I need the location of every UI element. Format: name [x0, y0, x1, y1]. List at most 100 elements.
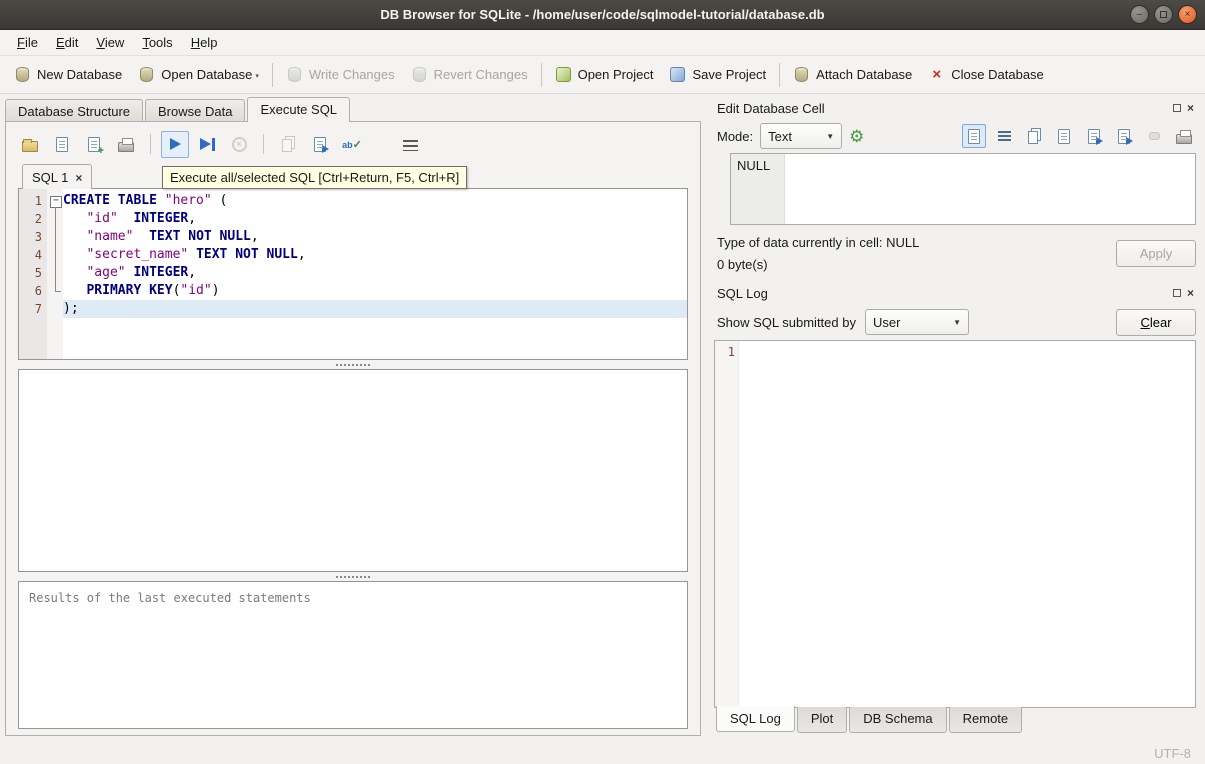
- editor-line-1[interactable]: 1 CREATE TABLE "hero" (: [19, 192, 687, 210]
- autocomplete-button[interactable]: ab: [338, 131, 366, 158]
- maximize-icon: [1160, 11, 1167, 18]
- menu-help[interactable]: Help: [182, 32, 227, 53]
- tab-sql-log[interactable]: SQL Log: [716, 706, 795, 732]
- tab-plot[interactable]: Plot: [796, 707, 848, 733]
- copy-cell-button[interactable]: [1022, 124, 1046, 148]
- minimize-button[interactable]: –: [1130, 5, 1149, 24]
- open-project-button[interactable]: Open Project: [547, 61, 662, 88]
- open-database-dropdown-icon[interactable]: ▾: [255, 72, 259, 80]
- editor-line-3[interactable]: 3 "name" TEXT NOT NULL,: [19, 228, 687, 246]
- sql1-tab[interactable]: SQL 1 ×: [22, 164, 93, 189]
- menu-edit[interactable]: Edit: [47, 32, 87, 53]
- execute-line-button[interactable]: [193, 131, 221, 158]
- open-database-button[interactable]: Open Database ▾: [130, 61, 267, 88]
- tab-db-schema[interactable]: DB Schema: [849, 707, 947, 733]
- apply-button[interactable]: Apply: [1116, 240, 1196, 267]
- attach-database-button[interactable]: Attach Database: [785, 61, 920, 88]
- export-results-button[interactable]: [306, 131, 334, 158]
- cell-size-info: 0 byte(s): [717, 257, 768, 272]
- print-sql-button[interactable]: [112, 131, 140, 158]
- open-project-label: Open Project: [577, 67, 654, 82]
- write-changes-button[interactable]: Write Changes: [278, 61, 403, 88]
- encoding-indicator[interactable]: UTF-8: [1154, 746, 1191, 761]
- tab-execute-sql[interactable]: Execute SQL: [247, 97, 351, 122]
- cell-mode-row: Mode: Text ▼ ⚙: [714, 119, 1196, 153]
- menubar: File Edit View Tools Help: [0, 30, 1205, 56]
- results-placeholder: Results of the last executed statements: [29, 591, 311, 605]
- editor-line-5[interactable]: 5 "age" INTEGER,: [19, 264, 687, 282]
- editor-results-splitter[interactable]: [6, 360, 700, 369]
- close-dock-icon[interactable]: ×: [1187, 102, 1194, 114]
- menu-file[interactable]: File: [8, 32, 47, 53]
- fold-collapse-icon[interactable]: [47, 192, 63, 210]
- export-cell-button[interactable]: [1112, 124, 1136, 148]
- open-sql-file-button[interactable]: [16, 131, 44, 158]
- tab-browse-data[interactable]: Browse Data: [145, 99, 246, 122]
- sql-log-area[interactable]: 1: [714, 340, 1196, 708]
- new-database-button[interactable]: New Database: [6, 61, 130, 88]
- mode-combobox[interactable]: Text ▼: [760, 123, 843, 149]
- editor-line-6[interactable]: 6 PRIMARY KEY("id"): [19, 282, 687, 300]
- save-project-button[interactable]: Save Project: [661, 61, 774, 88]
- save-project-icon: [670, 67, 686, 82]
- sql-editor[interactable]: 1CREATE TABLE "hero" (2 "id" INTEGER,3 "…: [18, 188, 688, 360]
- float-dock-icon[interactable]: [1172, 104, 1181, 112]
- cell-info-row: Type of data currently in cell: NULL 0 b…: [717, 235, 1196, 272]
- clear-button-label: Clear: [1140, 314, 1172, 330]
- tab-remote[interactable]: Remote: [948, 707, 1023, 733]
- edit-cell-dock-header: Edit Database Cell ×: [714, 97, 1196, 119]
- copy-results-button[interactable]: [274, 131, 302, 158]
- clear-log-button[interactable]: Clear: [1116, 308, 1196, 336]
- write-changes-label: Write Changes: [308, 67, 395, 82]
- edit-cell-title: Edit Database Cell: [717, 100, 825, 116]
- sql1-tab-close-icon[interactable]: ×: [75, 172, 82, 184]
- execute-all-button[interactable]: [161, 130, 189, 158]
- stop-icon: ×: [231, 136, 247, 152]
- titlebar[interactable]: DB Browser for SQLite - /home/user/code/…: [0, 0, 1205, 30]
- dock-tabbar: SQL Log Plot DB Schema Remote: [714, 706, 1196, 734]
- fold-margin: [47, 228, 63, 246]
- set-null-button[interactable]: [1142, 124, 1166, 148]
- print-cell-button[interactable]: [1172, 124, 1196, 148]
- import-cell-button[interactable]: [1082, 124, 1106, 148]
- close-dock-icon[interactable]: ×: [1187, 287, 1194, 299]
- editor-line-7[interactable]: 7);: [19, 300, 687, 318]
- main-content: Database Structure Browse Data Execute S…: [0, 94, 1205, 742]
- mode-value: Text: [768, 128, 792, 144]
- sql-toolbar: × ab: [6, 128, 700, 160]
- execute-all-icon: [169, 138, 181, 150]
- editor-line-4[interactable]: 4 "secret_name" TEXT NOT NULL,: [19, 246, 687, 264]
- results-grid[interactable]: [18, 369, 688, 572]
- log-filter-combobox[interactable]: User ▼: [864, 309, 969, 335]
- grid-message-splitter[interactable]: [6, 572, 700, 581]
- float-dock-icon[interactable]: [1172, 289, 1181, 297]
- word-wrap-button[interactable]: [396, 131, 424, 158]
- revert-changes-button[interactable]: Revert Changes: [403, 61, 536, 88]
- code-text: CREATE TABLE "hero" (: [63, 193, 228, 208]
- paste-cell-button[interactable]: [1052, 124, 1076, 148]
- new-database-icon: [14, 66, 31, 83]
- cell-editor-toolbar: [962, 124, 1196, 148]
- word-wrap-cell-button[interactable]: [992, 124, 1016, 148]
- cell-editor[interactable]: NULL: [730, 153, 1196, 225]
- main-tabbar: Database Structure Browse Data Execute S…: [0, 94, 706, 122]
- stop-execution-button[interactable]: ×: [225, 131, 253, 158]
- open-database-label: Open Database: [161, 67, 253, 82]
- menu-tools[interactable]: Tools: [133, 32, 181, 53]
- auto-switch-mode-icon[interactable]: ⚙: [849, 128, 864, 145]
- code-text: "age" INTEGER,: [86, 265, 197, 280]
- save-sql-file-button[interactable]: [48, 131, 76, 158]
- maximize-button[interactable]: [1154, 5, 1173, 24]
- menu-view[interactable]: View: [87, 32, 133, 53]
- close-button[interactable]: ×: [1178, 5, 1197, 24]
- cell-value: NULL: [737, 158, 771, 173]
- text-mode-button[interactable]: [962, 124, 986, 148]
- export-icon: [1118, 128, 1133, 145]
- close-database-button[interactable]: × Close Database: [920, 61, 1052, 88]
- tab-database-structure[interactable]: Database Structure: [5, 99, 144, 122]
- open-sql-new-tab-button[interactable]: [80, 131, 108, 158]
- code-text: "id" INTEGER,: [86, 211, 197, 226]
- editor-line-2[interactable]: 2 "id" INTEGER,: [19, 210, 687, 228]
- results-message-pane[interactable]: Results of the last executed statements: [18, 581, 688, 729]
- write-changes-icon: [286, 66, 303, 83]
